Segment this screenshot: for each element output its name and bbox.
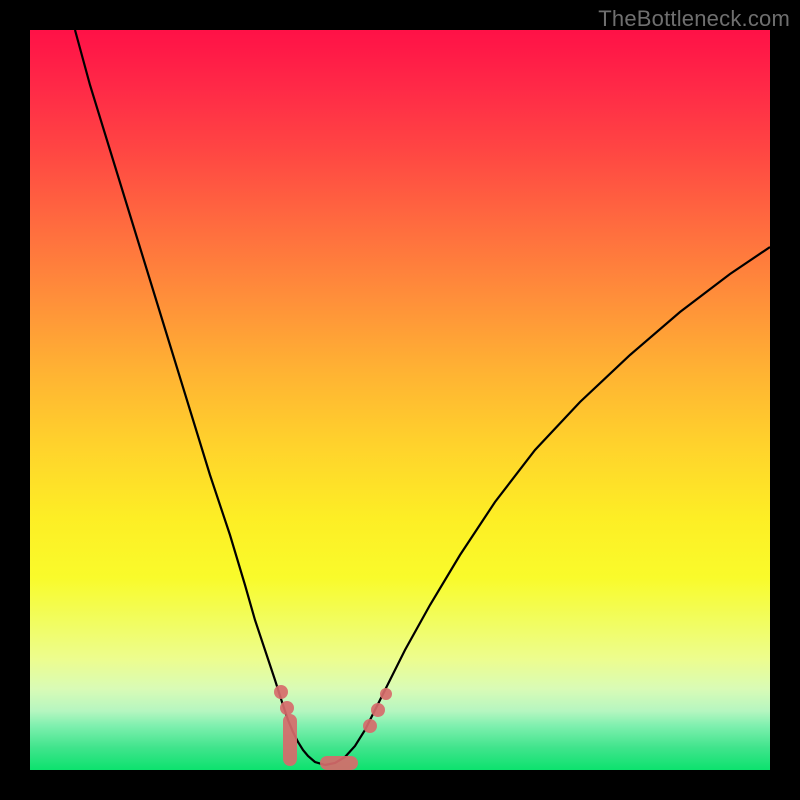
bottleneck-curve	[30, 30, 770, 770]
chart-frame: TheBottleneck.com	[0, 0, 800, 800]
plot-area	[30, 30, 770, 770]
watermark-text: TheBottleneck.com	[598, 6, 790, 32]
